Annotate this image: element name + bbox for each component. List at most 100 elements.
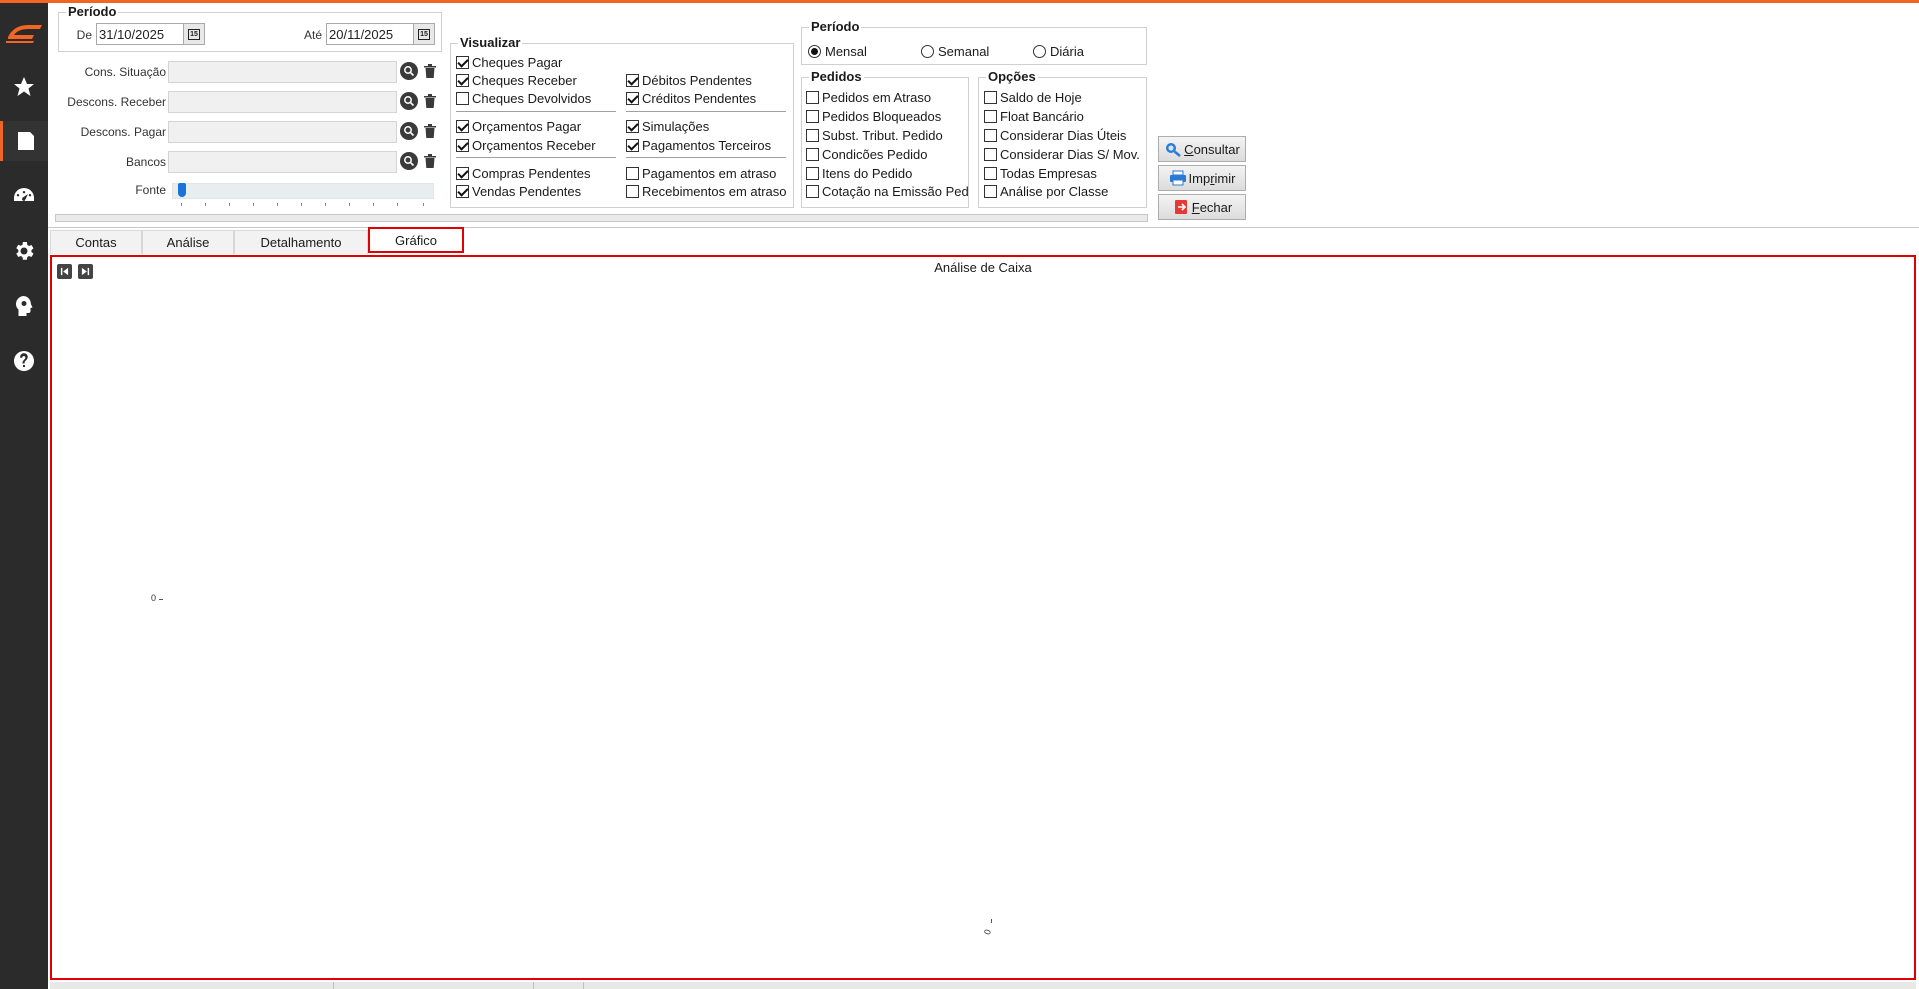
- panel-divider: [48, 227, 1919, 228]
- checkbox-box[interactable]: [806, 184, 819, 198]
- checkbox-recebimentos-em-atraso[interactable]: Recebimentos em atraso: [626, 182, 787, 200]
- radio-mensal[interactable]: Mensal: [808, 42, 867, 60]
- consultar-button[interactable]: Consultar: [1158, 136, 1246, 162]
- checkbox-saldo-de-hoje[interactable]: Saldo de Hoje: [984, 88, 1082, 106]
- tab-grafico[interactable]: Gráfico: [368, 227, 464, 253]
- cons-situacao-search-icon[interactable]: [400, 62, 418, 80]
- last-page-icon[interactable]: [78, 264, 93, 279]
- checkbox-box[interactable]: [806, 109, 819, 123]
- checkbox-label: Recebimentos em atraso: [642, 183, 787, 199]
- checkbox-cotacao-emissao-ped[interactable]: Cotação na Emissão Ped: [806, 182, 969, 200]
- imprimir-label-start: Imp: [1188, 170, 1211, 186]
- settings-icon[interactable]: [0, 231, 48, 271]
- star-icon[interactable]: [0, 67, 48, 107]
- descons-receber-search-icon[interactable]: [400, 92, 418, 110]
- radio-diaria[interactable]: Diária: [1033, 42, 1084, 60]
- descons-pagar-field[interactable]: [168, 121, 397, 143]
- checkbox-box[interactable]: [984, 147, 997, 161]
- checkbox-box[interactable]: [626, 91, 639, 105]
- checkbox-box[interactable]: [984, 184, 997, 198]
- checkbox-orcamentos-receber[interactable]: Orçamentos Receber: [456, 136, 596, 154]
- checkbox-orcamentos-pagar[interactable]: Orçamentos Pagar: [456, 117, 581, 135]
- descons-receber-field[interactable]: [168, 91, 397, 113]
- dashboard-icon[interactable]: [0, 176, 48, 216]
- logo-icon[interactable]: [4, 17, 44, 45]
- checkbox-box[interactable]: [456, 119, 469, 133]
- checkbox-condicoes-pedido[interactable]: Condicões Pedido: [806, 145, 928, 163]
- cons-situacao-field[interactable]: [168, 61, 397, 83]
- checkbox-label: Considerar Dias Úteis: [1000, 127, 1127, 143]
- checkbox-pedidos-bloqueados[interactable]: Pedidos Bloqueados: [806, 107, 941, 125]
- checkbox-box[interactable]: [456, 91, 469, 105]
- tab-contas[interactable]: Contas: [50, 230, 142, 254]
- checkbox-itens-do-pedido[interactable]: Itens do Pedido: [806, 164, 912, 182]
- checkbox-label: Subst. Tribut. Pedido: [822, 127, 943, 143]
- checkbox-pedidos-em-atraso[interactable]: Pedidos em Atraso: [806, 88, 931, 106]
- checkbox-box[interactable]: [456, 166, 469, 180]
- checkbox-box[interactable]: [456, 184, 469, 198]
- checkbox-considerar-dias-uteis[interactable]: Considerar Dias Úteis: [984, 126, 1126, 144]
- checkbox-compras-pendentes[interactable]: Compras Pendentes: [456, 164, 591, 182]
- checkbox-box[interactable]: [626, 138, 639, 152]
- radio-semanal[interactable]: Semanal: [921, 42, 989, 60]
- checkbox-box[interactable]: [456, 55, 469, 69]
- checkbox-analise-por-classe[interactable]: Análise por Classe: [984, 182, 1108, 200]
- checkbox-box[interactable]: [806, 90, 819, 104]
- radio-dot[interactable]: [1033, 44, 1046, 58]
- checkbox-box[interactable]: [456, 73, 469, 87]
- first-page-icon[interactable]: [57, 264, 72, 279]
- cons-situacao-trash-icon[interactable]: [423, 63, 437, 79]
- head-gear-icon[interactable]: [0, 286, 48, 326]
- checkbox-vendas-pendentes[interactable]: Vendas Pendentes: [456, 182, 581, 200]
- checkbox-considerar-dias-s-mov[interactable]: Considerar Dias S/ Mov.: [984, 145, 1140, 163]
- checkbox-box[interactable]: [456, 138, 469, 152]
- descons-pagar-search-icon[interactable]: [400, 122, 418, 140]
- descons-receber-trash-icon[interactable]: [423, 93, 437, 109]
- imprimir-button[interactable]: Imp r imir: [1158, 165, 1246, 191]
- fonte-slider[interactable]: [172, 183, 434, 206]
- checkbox-box[interactable]: [806, 128, 819, 142]
- help-icon[interactable]: [0, 341, 48, 381]
- checkbox-box[interactable]: [984, 166, 997, 180]
- checkbox-box[interactable]: [626, 119, 639, 133]
- tab-analise[interactable]: Análise: [142, 230, 234, 254]
- fechar-button[interactable]: Fechar: [1158, 194, 1246, 220]
- checkbox-box[interactable]: [806, 147, 819, 161]
- tab-detalhamento[interactable]: Detalhamento: [234, 230, 368, 254]
- bancos-field[interactable]: [168, 151, 397, 173]
- checkbox-creditos-pendentes[interactable]: Créditos Pendentes: [626, 89, 756, 107]
- checkbox-label: Análise por Classe: [1000, 183, 1109, 199]
- de-calendar-icon[interactable]: 15: [183, 23, 205, 45]
- checkbox-box[interactable]: [984, 90, 997, 104]
- checkbox-cheques-devolvidos[interactable]: Cheques Devolvidos: [456, 89, 591, 107]
- checkbox-pagamentos-terceiros[interactable]: Pagamentos Terceiros: [626, 136, 771, 154]
- fonte-slider-thumb[interactable]: [178, 183, 186, 197]
- radio-dot[interactable]: [921, 44, 934, 58]
- bancos-search-icon[interactable]: [400, 152, 418, 170]
- checkbox-label: Pedidos em Atraso: [822, 89, 932, 105]
- checkbox-box[interactable]: [984, 109, 997, 123]
- report-icon[interactable]: [0, 121, 48, 161]
- checkbox-cheques-receber[interactable]: Cheques Receber: [456, 71, 577, 89]
- ate-date-input[interactable]: [326, 23, 414, 45]
- checkbox-simulacoes[interactable]: Simulações: [626, 117, 709, 135]
- filter-panel-scrollbar[interactable]: [55, 214, 1148, 222]
- de-date-input[interactable]: [96, 23, 184, 45]
- checkbox-todas-empresas[interactable]: Todas Empresas: [984, 164, 1097, 182]
- checkbox-box[interactable]: [806, 166, 819, 180]
- printer-icon: [1169, 170, 1186, 186]
- checkbox-pagamentos-em-atraso[interactable]: Pagamentos em atraso: [626, 164, 776, 182]
- radio-dot[interactable]: [808, 44, 821, 58]
- descons-pagar-label: Descons. Pagar: [80, 125, 166, 139]
- checkbox-float-bancario[interactable]: Float Bancário: [984, 107, 1084, 125]
- ate-calendar-icon[interactable]: 15: [413, 23, 435, 45]
- descons-pagar-trash-icon[interactable]: [423, 123, 437, 139]
- checkbox-cheques-pagar[interactable]: Cheques Pagar: [456, 53, 562, 71]
- checkbox-box[interactable]: [626, 184, 639, 198]
- checkbox-subst-tribut-pedido[interactable]: Subst. Tribut. Pedido: [806, 126, 943, 144]
- bancos-trash-icon[interactable]: [423, 153, 437, 169]
- checkbox-box[interactable]: [626, 166, 639, 180]
- checkbox-box[interactable]: [626, 73, 639, 87]
- checkbox-box[interactable]: [984, 128, 997, 142]
- checkbox-debitos-pendentes[interactable]: Débitos Pendentes: [626, 71, 752, 89]
